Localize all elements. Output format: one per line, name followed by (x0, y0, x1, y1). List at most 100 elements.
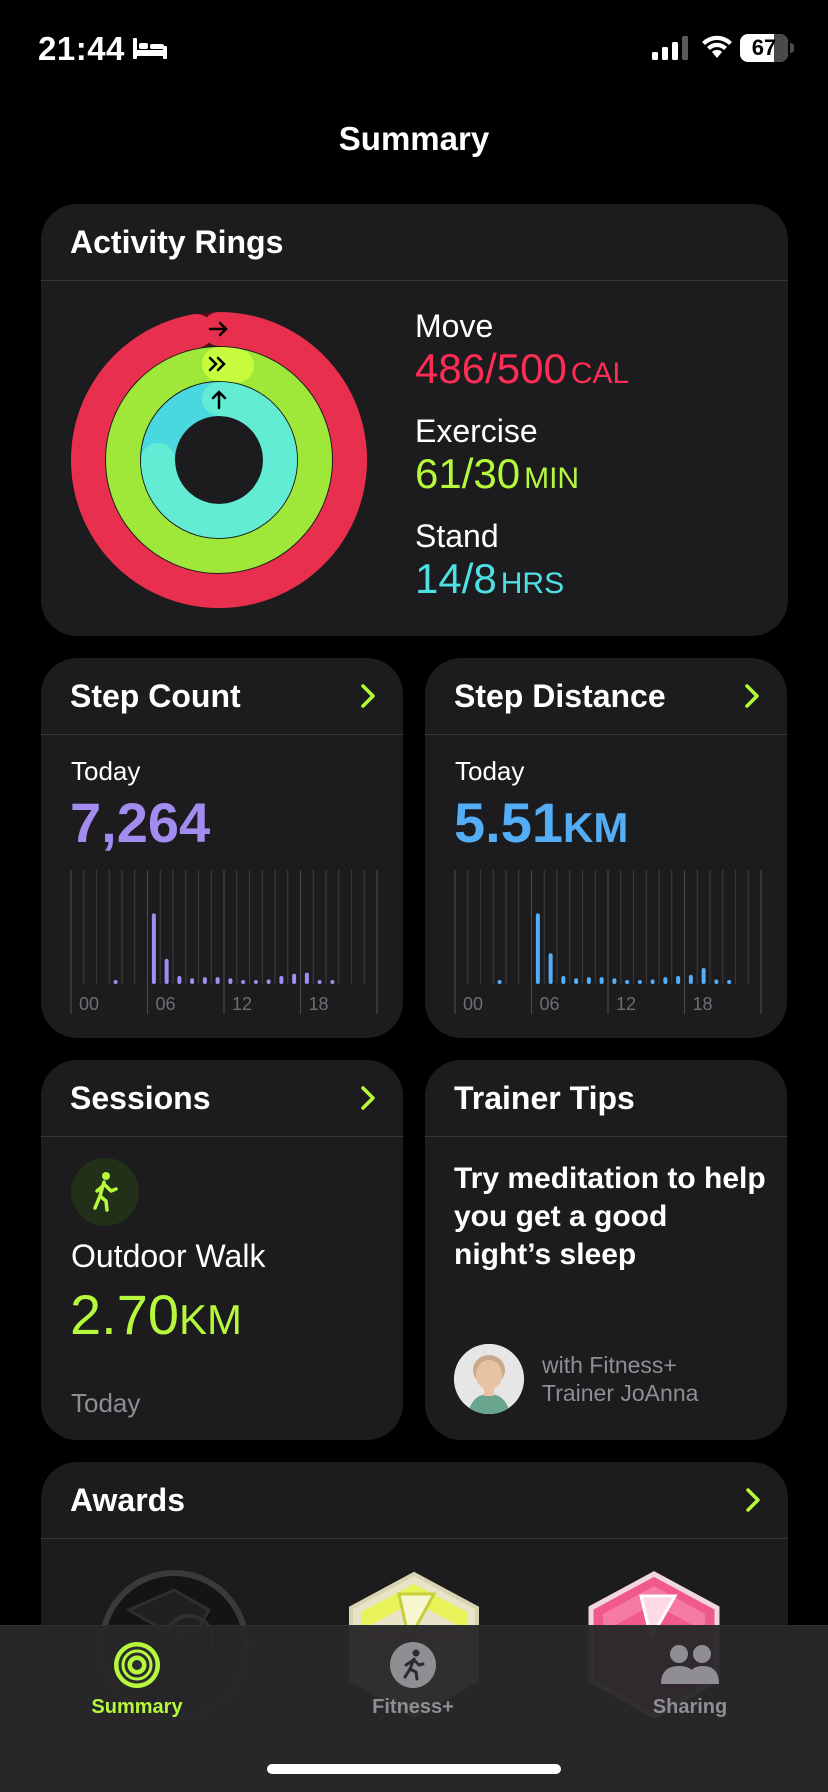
walk-icon-badge (71, 1158, 139, 1226)
fitness-plus-runner-icon (390, 1642, 436, 1688)
chart-bar (292, 973, 297, 984)
chart-bar (586, 977, 591, 984)
move-label: Move (415, 308, 494, 344)
chart-bar (574, 978, 579, 984)
status-bar: 21:44 67 (0, 0, 828, 100)
wifi-icon (702, 35, 732, 58)
chart-bar (663, 977, 668, 984)
chart-bar (317, 980, 322, 984)
trainer-tip-text: Try meditation to help you get a good ni… (454, 1162, 766, 1271)
trainer-tips-card[interactable]: Trainer Tips Try meditation to help you … (425, 1060, 787, 1440)
step-distance-unit: KM (563, 804, 629, 851)
chart-bar (279, 976, 284, 984)
tab-sharing[interactable]: Sharing (600, 1640, 780, 1719)
chart-bar (228, 978, 233, 984)
activity-rings-title: Activity Rings (70, 224, 284, 260)
chart-bar (727, 980, 732, 984)
move-unit: CAL (570, 357, 630, 390)
awards-title: Awards (70, 1482, 186, 1518)
battery-level: 67 (751, 35, 777, 60)
walking-figure-icon (93, 1172, 118, 1212)
chart-bar (612, 978, 617, 984)
home-indicator[interactable] (267, 1764, 561, 1774)
chart-bar (637, 980, 642, 984)
tab-sharing-label: Sharing (652, 1696, 728, 1718)
step-distance-value-wrap: 5.51KM (454, 790, 628, 855)
sessions-card[interactable]: Sessions Outdoor Walk 2.70KM Today (41, 1060, 403, 1440)
chart-bar (304, 972, 309, 984)
tab-summary-label: Summary (91, 1696, 183, 1718)
battery-icon: 67 (740, 34, 794, 62)
tab-summary[interactable]: Summary (47, 1640, 227, 1719)
chart-bar (561, 976, 566, 984)
step-count-value: 7,264 (70, 791, 211, 854)
step-distance-card[interactable]: Step Distance Today 5.51KM 00 06 12 18 (425, 658, 787, 1038)
chart-bar (701, 968, 706, 984)
exercise-stat: Exercise 61/30 MIN (415, 413, 629, 504)
chart-bar (113, 980, 118, 984)
trainer-avatar (454, 1344, 524, 1414)
step-distance-title: Step Distance (454, 678, 666, 714)
chart-tick-label: 00 (463, 994, 483, 1014)
session-distance: 2.70 (70, 1283, 179, 1346)
stand-stat: Stand 14/8 HRS (415, 518, 629, 609)
card-header: Step Distance (425, 658, 787, 735)
card-header: Sessions (41, 1060, 403, 1137)
exercise-value: 61/30 (415, 450, 521, 497)
stand-label: Stand (415, 518, 499, 554)
chart-bar (625, 980, 630, 984)
chevron-right-icon[interactable] (743, 682, 761, 710)
tab-fitness-plus[interactable]: Fitness+ (323, 1640, 503, 1719)
chart-tick-label: 12 (232, 994, 252, 1014)
tab-fitness-plus-label: Fitness+ (372, 1696, 454, 1718)
chevron-right-icon[interactable] (744, 1486, 762, 1514)
exercise-unit: MIN (524, 462, 580, 495)
step-distance-value: 5.51 (454, 791, 563, 854)
step-count-title: Step Count (70, 678, 241, 714)
session-unit: KM (179, 1296, 242, 1343)
activity-rings-card[interactable]: Activity Rings Move 486/500 CAL Exercise… (41, 204, 788, 636)
activity-rings-graphic (71, 312, 367, 608)
card-header: Awards (41, 1462, 788, 1539)
card-header: Activity Rings (41, 204, 788, 281)
chart-bar (548, 953, 553, 984)
session-value-wrap: 2.70KM (70, 1282, 242, 1347)
chart-bar (650, 979, 655, 984)
stand-unit: HRS (500, 567, 565, 600)
chart-bar (177, 976, 182, 984)
chart-bar (241, 980, 246, 984)
step-count-chart: 00 06 12 18 (70, 870, 378, 1014)
fitness-summary-screen: 21:44 67 Summary Activity Rings Move 486… (0, 0, 828, 1792)
status-time: 21:44 (38, 30, 125, 67)
chart-bar (714, 979, 719, 984)
chart-bar (599, 977, 604, 984)
chart-bar (688, 974, 693, 984)
sharing-people-icon (661, 1645, 719, 1684)
chart-bar (253, 980, 258, 984)
chevron-right-icon[interactable] (359, 1084, 377, 1112)
chart-bar (215, 977, 220, 984)
chart-tick-label: 06 (540, 994, 560, 1014)
chart-bar (497, 980, 502, 984)
sessions-title: Sessions (70, 1080, 211, 1116)
card-header: Trainer Tips (425, 1060, 787, 1137)
page-title: Summary (338, 120, 490, 157)
trainer-credit-line1: with Fitness+ (542, 1352, 677, 1378)
chart-tick-label: 12 (616, 994, 636, 1014)
chart-tick-label: 00 (79, 994, 99, 1014)
chart-tick-label: 18 (693, 994, 713, 1014)
step-count-period: Today (71, 756, 141, 786)
step-distance-period: Today (455, 756, 525, 786)
step-distance-chart: 00 06 12 18 (454, 870, 762, 1014)
chart-bar (535, 913, 540, 984)
chart-bar (164, 958, 169, 984)
step-count-card[interactable]: Step Count Today 7,264 00 06 12 18 (41, 658, 403, 1038)
chart-tick-label: 18 (309, 994, 329, 1014)
move-value: 486/500 (415, 345, 567, 392)
chevron-right-icon[interactable] (359, 682, 377, 710)
exercise-label: Exercise (415, 413, 538, 449)
trainer-tips-title: Trainer Tips (454, 1080, 635, 1116)
chart-bar (151, 913, 156, 984)
trainer-photo (454, 1344, 524, 1414)
session-activity: Outdoor Walk (71, 1238, 266, 1274)
